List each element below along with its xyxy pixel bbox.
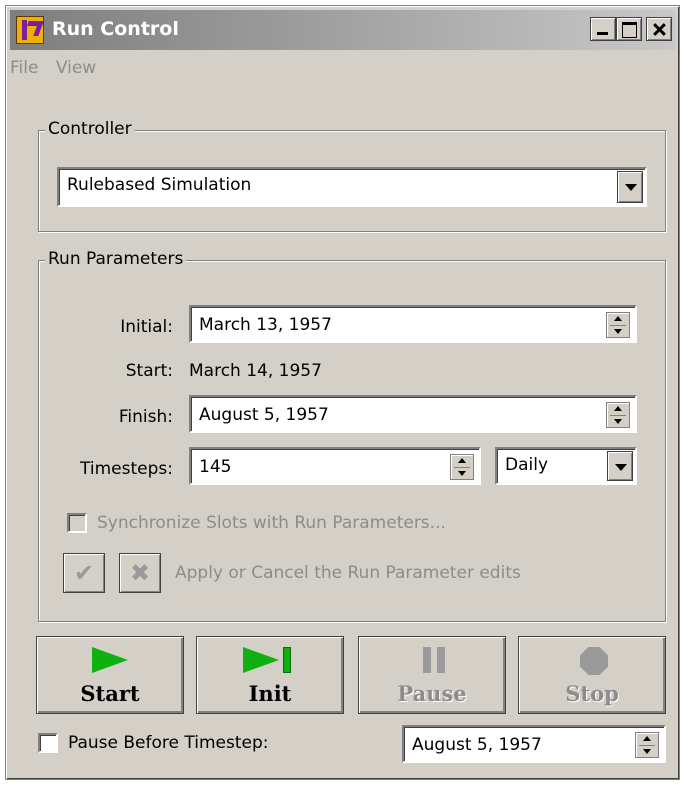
minimize-button[interactable] [590, 17, 616, 41]
finish-label: Finish: [118, 407, 173, 427]
menu-view[interactable]: View [56, 58, 96, 78]
finish-date-spinner[interactable] [606, 402, 630, 428]
initial-date-spinner[interactable] [606, 312, 630, 338]
title-bar[interactable]: Run Control [10, 10, 675, 50]
controller-select[interactable]: Rulebased Simulation [57, 167, 647, 207]
timesteps-spinner[interactable] [450, 454, 474, 480]
stop-button[interactable]: Stop [518, 636, 666, 714]
initial-date-value: March 13, 1957 [199, 315, 332, 335]
controller-group-label: Controller [45, 119, 135, 139]
pause-icon [421, 647, 447, 673]
app-logo-icon [16, 16, 44, 44]
pause-timestep-field[interactable]: August 5, 1957 [402, 725, 666, 763]
start-button-label: Start [80, 681, 140, 706]
x-cancel-icon: ✖ [129, 559, 151, 587]
stop-icon [580, 647, 608, 675]
play-icon [92, 647, 128, 673]
pause-button[interactable]: Pause [358, 636, 506, 714]
menu-bar: File View [10, 58, 108, 84]
initial-label: Initial: [120, 317, 173, 337]
run-control-window: Run Control File View Controller Rulebas… [5, 5, 680, 780]
start-label: Start: [125, 361, 173, 381]
close-button[interactable] [646, 17, 672, 41]
finish-date-field[interactable]: August 5, 1957 [189, 395, 637, 433]
controller-selected-value: Rulebased Simulation [67, 175, 252, 195]
stop-button-label: Stop [565, 681, 619, 706]
finish-date-value: August 5, 1957 [199, 405, 329, 425]
pause-timestep-spinner[interactable] [635, 732, 659, 758]
apply-cancel-hint: Apply or Cancel the Run Parameter edits [175, 563, 521, 583]
chevron-down-icon[interactable] [607, 451, 633, 481]
maximize-button[interactable] [616, 17, 642, 41]
pause-button-label: Pause [397, 681, 467, 706]
init-button-label: Init [248, 681, 292, 706]
menu-file[interactable]: File [10, 58, 38, 78]
synchronize-slots-label: Synchronize Slots with Run Parameters... [97, 513, 446, 533]
checkmark-icon: ✔ [73, 559, 95, 587]
timestep-unit-select[interactable]: Daily [495, 447, 637, 485]
initial-date-field[interactable]: March 13, 1957 [189, 305, 637, 343]
cancel-button[interactable]: ✖ [119, 553, 161, 593]
step-bar-icon [283, 647, 291, 673]
run-parameters-group: Run Parameters Initial: March 13, 1957 S… [38, 249, 666, 622]
window-title: Run Control [52, 18, 179, 40]
timesteps-value: 145 [199, 457, 232, 477]
pause-timestep-value: August 5, 1957 [412, 735, 542, 755]
init-button[interactable]: Init [196, 636, 344, 714]
pause-before-timestep-checkbox[interactable] [38, 733, 58, 753]
pause-before-timestep-label: Pause Before Timestep: [68, 733, 269, 753]
start-button[interactable]: Start [36, 636, 184, 714]
start-date-value: March 14, 1957 [189, 361, 322, 381]
step-play-icon [243, 647, 279, 673]
run-parameters-group-label: Run Parameters [45, 249, 187, 269]
timestep-unit-value: Daily [505, 455, 549, 475]
synchronize-slots-checkbox[interactable] [67, 513, 87, 533]
timesteps-field[interactable]: 145 [189, 447, 481, 485]
apply-button[interactable]: ✔ [63, 553, 105, 593]
chevron-down-icon[interactable] [617, 171, 643, 203]
timesteps-label: Timesteps: [80, 459, 173, 479]
controller-group: Controller Rulebased Simulation [38, 119, 666, 232]
